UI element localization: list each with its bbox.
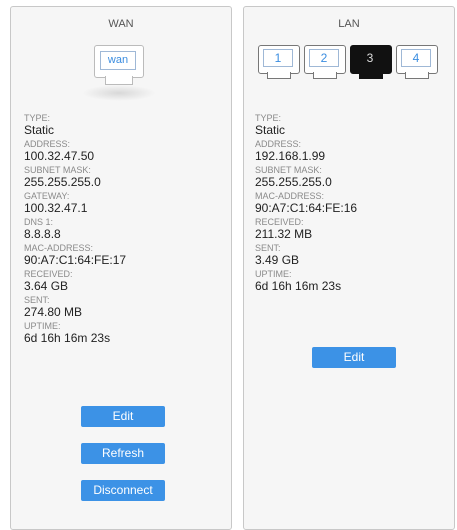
field-label: RECEIVED: (255, 217, 304, 227)
field-label: SENT: (24, 295, 50, 305)
wan-info: TYPE: Static ADDRESS: 100.32.47.50 SUBNE… (24, 113, 126, 347)
lan-field-received: RECEIVED: 211.32 MB (255, 217, 357, 241)
port-notch (359, 72, 383, 79)
wan-field-sent: SENT: 274.80 MB (24, 295, 126, 319)
lan-port-label: 4 (401, 49, 431, 67)
wan-field-dns1: DNS 1: 8.8.8.8 (24, 217, 126, 241)
lan-field-uptime: UPTIME: 6d 16h 16m 23s (255, 269, 357, 293)
wan-edit-button[interactable]: Edit (81, 406, 165, 427)
lan-port-row: 1 2 3 4 (258, 45, 442, 79)
field-value: 274.80 MB (24, 305, 83, 319)
lan-port-label: 3 (355, 49, 385, 67)
field-label: ADDRESS: (255, 139, 302, 149)
field-label: UPTIME: (24, 321, 61, 331)
port-notch (313, 72, 337, 79)
lan-port-label: 2 (309, 49, 339, 67)
field-label: MAC-ADDRESS: (24, 243, 94, 253)
wan-port-label: wan (100, 51, 136, 70)
field-value: 192.168.1.99 (255, 149, 326, 163)
wan-field-uptime: UPTIME: 6d 16h 16m 23s (24, 321, 126, 345)
field-value: 3.49 GB (255, 253, 300, 267)
wan-field-subnet-mask: SUBNET MASK: 255.255.255.0 (24, 165, 126, 189)
field-label: SUBNET MASK: (255, 165, 322, 175)
field-value: Static (24, 123, 55, 137)
field-value: 90:A7:C1:64:FE:17 (24, 253, 127, 267)
lan-edit-button[interactable]: Edit (312, 347, 396, 368)
field-label: DNS 1: (24, 217, 54, 227)
field-label: SUBNET MASK: (24, 165, 91, 175)
wan-field-received: RECEIVED: 3.64 GB (24, 269, 126, 293)
wan-port-row: wan (11, 45, 231, 101)
port-notch (267, 72, 291, 79)
lan-port-3-icon: 3 (350, 45, 392, 79)
lan-field-subnet-mask: SUBNET MASK: 255.255.255.0 (255, 165, 357, 189)
field-value: 255.255.255.0 (24, 175, 101, 189)
lan-field-address: ADDRESS: 192.168.1.99 (255, 139, 357, 163)
wan-port-icon: wan (82, 45, 156, 101)
field-value: 8.8.8.8 (24, 227, 61, 241)
lan-field-mac-address: MAC-ADDRESS: 90:A7:C1:64:FE:16 (255, 191, 357, 215)
lan-title: LAN (338, 18, 360, 30)
field-value: Static (255, 123, 286, 137)
field-label: RECEIVED: (24, 269, 73, 279)
port-shadow (82, 85, 156, 101)
wan-field-address: ADDRESS: 100.32.47.50 (24, 139, 126, 163)
field-label: SENT: (255, 243, 281, 253)
field-value: 100.32.47.50 (24, 149, 95, 163)
field-value: 6d 16h 16m 23s (255, 279, 342, 293)
wan-refresh-button[interactable]: Refresh (81, 443, 165, 464)
field-value: 6d 16h 16m 23s (24, 331, 111, 345)
field-value: 90:A7:C1:64:FE:16 (255, 201, 358, 215)
wan-field-gateway: GATEWAY: 100.32.47.1 (24, 191, 126, 215)
lan-info: TYPE: Static ADDRESS: 192.168.1.99 SUBNE… (255, 113, 357, 295)
wan-field-type: TYPE: Static (24, 113, 126, 137)
lan-port-4-icon: 4 (396, 45, 438, 79)
field-value: 3.64 GB (24, 279, 69, 293)
lan-port-label: 1 (263, 49, 293, 67)
field-value: 255.255.255.0 (255, 175, 332, 189)
wan-panel: WAN wan TYPE: Static ADDRESS: 100.32.47.… (10, 6, 232, 530)
wan-field-mac-address: MAC-ADDRESS: 90:A7:C1:64:FE:17 (24, 243, 126, 267)
port-notch (405, 72, 429, 79)
port-notch (105, 76, 133, 85)
wan-disconnect-button[interactable]: Disconnect (81, 480, 165, 501)
field-label: UPTIME: (255, 269, 292, 279)
wan-title: WAN (108, 18, 134, 30)
field-label: TYPE: (255, 113, 282, 123)
lan-port-1-icon: 1 (258, 45, 300, 79)
field-label: GATEWAY: (24, 191, 70, 201)
lan-port-2-icon: 2 (304, 45, 346, 79)
field-label: ADDRESS: (24, 139, 71, 149)
lan-field-type: TYPE: Static (255, 113, 357, 137)
field-label: MAC-ADDRESS: (255, 191, 325, 201)
field-label: TYPE: (24, 113, 51, 123)
field-value: 100.32.47.1 (24, 201, 88, 215)
lan-field-sent: SENT: 3.49 GB (255, 243, 357, 267)
field-value: 211.32 MB (255, 227, 313, 241)
lan-panel: LAN 1 2 3 4 TYPE: Static ADDRESS: 192.16… (243, 6, 455, 530)
